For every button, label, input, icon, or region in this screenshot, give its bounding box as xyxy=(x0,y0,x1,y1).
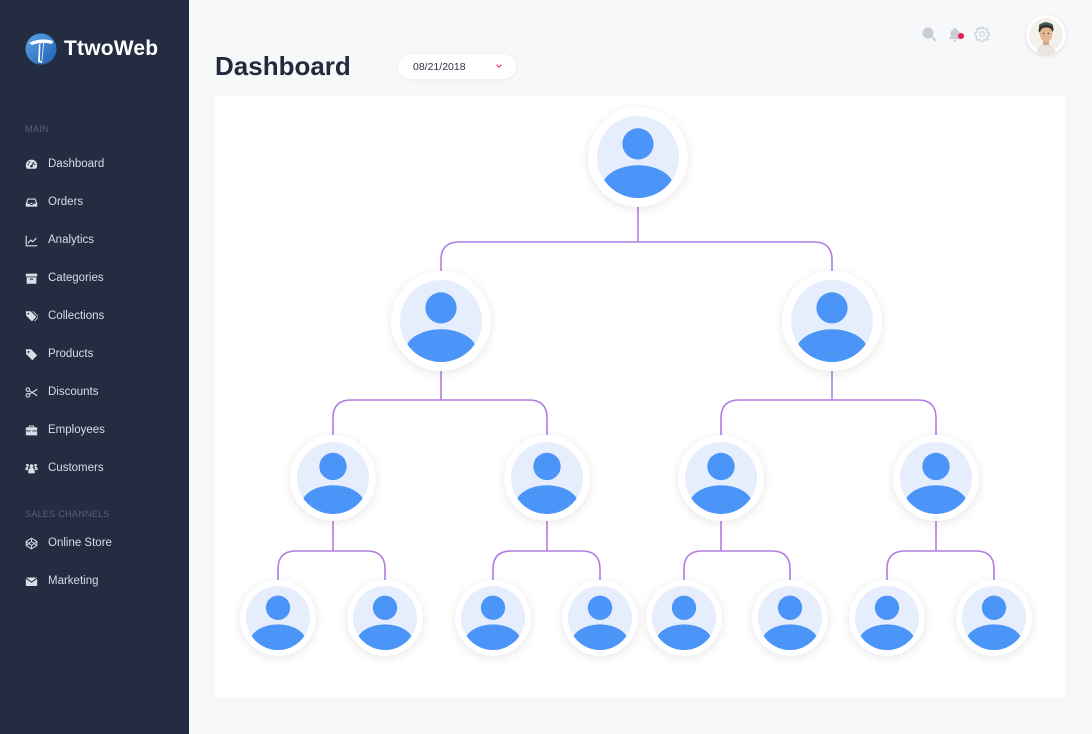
inbox-icon xyxy=(25,196,38,209)
org-chart-node[interactable] xyxy=(391,271,491,371)
sidebar-item-discounts[interactable]: Discounts xyxy=(25,382,99,402)
org-chart-node[interactable] xyxy=(646,580,722,656)
tags-icon xyxy=(25,310,38,323)
sidebar-item-dashboard[interactable]: Dashboard xyxy=(25,154,104,174)
dashboard-gauge-icon xyxy=(25,158,38,171)
date-filter-dropdown[interactable]: 08/21/2018 xyxy=(398,54,516,79)
line-chart-icon xyxy=(25,234,38,247)
connector-branch xyxy=(886,550,995,584)
sidebar-item-products[interactable]: Products xyxy=(25,344,93,364)
user-avatar-icon xyxy=(689,452,753,514)
user-photo-icon xyxy=(1029,18,1063,55)
org-chart-node[interactable] xyxy=(752,580,828,656)
notification-dot xyxy=(958,33,964,39)
sidebar-item-label: Online Store xyxy=(48,537,112,549)
sidebar-item-label: Orders xyxy=(48,196,84,208)
sidebar-item-label: Marketing xyxy=(48,575,99,587)
date-filter-value: 08/21/2018 xyxy=(413,60,466,73)
connector-branch xyxy=(720,399,937,439)
user-avatar-icon xyxy=(515,452,579,514)
logo-icon xyxy=(25,33,57,65)
connector-branch xyxy=(683,550,791,584)
chevron-down-icon xyxy=(496,64,502,68)
user-avatar-icon xyxy=(356,595,414,650)
section-label-sales-channels: SALES CHANNELS xyxy=(25,509,110,519)
envelope-icon xyxy=(25,575,38,588)
sidebar-item-label: Discounts xyxy=(48,386,99,398)
sidebar-item-label: Customers xyxy=(48,462,104,474)
user-avatar-icon xyxy=(464,595,522,650)
org-chart-panel xyxy=(215,96,1065,697)
brand-logo[interactable]: TtwoWeb xyxy=(25,33,158,65)
org-chart-node[interactable] xyxy=(504,435,590,521)
user-avatar-icon xyxy=(601,128,675,198)
user-avatar-icon xyxy=(858,595,916,650)
user-avatar-icon xyxy=(655,595,713,650)
connector-branch xyxy=(277,550,386,584)
org-chart-node[interactable] xyxy=(347,580,423,656)
sidebar: TtwoWeb MAIN Dashboard Orders Analytics … xyxy=(0,0,189,734)
sidebar-item-employees[interactable]: Employees xyxy=(25,420,105,440)
archive-box-icon xyxy=(25,272,38,285)
org-chart-node[interactable] xyxy=(849,580,925,656)
connector-branch xyxy=(492,550,601,584)
user-avatar-icon xyxy=(904,452,968,514)
gear-icon[interactable] xyxy=(974,26,990,42)
brand-name: TtwoWeb xyxy=(64,37,159,60)
sidebar-item-orders[interactable]: Orders xyxy=(25,192,83,212)
scissors-icon xyxy=(25,386,38,399)
org-chart-node[interactable] xyxy=(588,107,688,207)
sidebar-item-label: Analytics xyxy=(48,234,95,246)
user-avatar-icon xyxy=(404,292,478,362)
sidebar-item-categories[interactable]: Categories xyxy=(25,268,104,288)
user-avatar-icon xyxy=(795,292,869,362)
org-chart-node[interactable] xyxy=(678,435,764,521)
sidebar-item-label: Products xyxy=(48,348,94,360)
sidebar-item-collections[interactable]: Collections xyxy=(25,306,104,326)
section-label-main: MAIN xyxy=(25,124,49,134)
org-chart-node[interactable] xyxy=(782,271,882,371)
user-avatar-icon xyxy=(301,452,365,514)
connector-branch xyxy=(332,399,548,439)
search-icon[interactable] xyxy=(921,26,937,42)
org-chart-node[interactable] xyxy=(240,580,316,656)
user-avatar-icon xyxy=(571,595,629,650)
org-chart-node[interactable] xyxy=(455,580,531,656)
sidebar-item-label: Dashboard xyxy=(48,158,105,170)
sidebar-item-online-store[interactable]: Online Store xyxy=(25,533,112,553)
sidebar-item-label: Employees xyxy=(48,424,105,436)
org-chart-node[interactable] xyxy=(956,580,1032,656)
user-avatar-icon xyxy=(761,595,819,650)
sidebar-item-marketing[interactable]: Marketing xyxy=(25,571,99,591)
user-avatar[interactable] xyxy=(1026,15,1066,55)
tag-icon xyxy=(25,348,38,361)
sidebar-item-label: Collections xyxy=(48,310,105,322)
org-chart-node[interactable] xyxy=(893,435,979,521)
sidebar-item-analytics[interactable]: Analytics xyxy=(25,230,94,250)
codepen-cube-icon xyxy=(25,537,38,550)
connector-branch xyxy=(440,241,833,275)
org-chart-node[interactable] xyxy=(290,435,376,521)
users-icon xyxy=(25,462,38,475)
briefcase-icon xyxy=(25,424,38,437)
page-title: Dashboard xyxy=(215,51,351,81)
sidebar-item-customers[interactable]: Customers xyxy=(25,458,104,478)
user-avatar-icon xyxy=(965,595,1023,650)
sidebar-item-label: Categories xyxy=(48,272,104,284)
org-chart-node[interactable] xyxy=(562,580,638,656)
user-avatar-icon xyxy=(249,595,307,650)
